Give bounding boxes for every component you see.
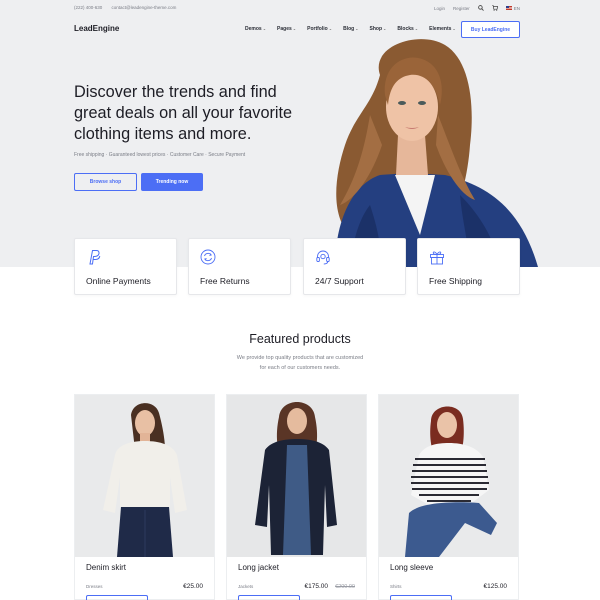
feature-card-free-shipping[interactable]: Free Shipping <box>417 238 520 295</box>
feature-card-online-payments[interactable]: Online Payments <box>74 238 177 295</box>
feature-label: 24/7 Support <box>315 276 364 286</box>
chevron-down-icon: ⌄ <box>383 26 387 31</box>
product-category[interactable]: Dresses <box>86 584 103 589</box>
chevron-down-icon: ⌄ <box>262 26 267 31</box>
refresh-icon <box>200 249 216 265</box>
product-card-denim-skirt[interactable]: Denim skirt Dresses €25.00 <box>74 394 215 600</box>
nav-item-demos[interactable]: Demos⌄ <box>245 26 266 32</box>
add-to-cart-button[interactable] <box>86 595 148 600</box>
nav-item-elements[interactable]: Elements⌄ <box>429 26 456 32</box>
feature-label: Free Shipping <box>429 276 482 286</box>
product-price: €125.00 <box>483 583 508 590</box>
chevron-down-icon: ⌄ <box>355 26 359 31</box>
paypal-icon <box>89 250 101 265</box>
topbar: (222) 400-630 contact@leadengine-theme.c… <box>74 4 520 14</box>
chevron-down-icon: ⌄ <box>292 26 297 31</box>
featured-products-subtitle: We provide top quality products that are… <box>0 353 600 373</box>
nav-label: Shop <box>369 26 383 32</box>
product-image <box>75 395 214 557</box>
product-category[interactable]: Shirts <box>390 584 402 589</box>
nav-label: Elements <box>429 26 452 32</box>
search-icon[interactable] <box>477 5 484 11</box>
feature-card-free-returns[interactable]: Free Returns <box>188 238 291 295</box>
add-to-cart-button[interactable] <box>238 595 300 600</box>
site-logo[interactable]: LeadEngine <box>74 24 119 33</box>
main-nav: Demos⌄ Pages⌄ Portfolio⌄ Blog⌄ Shop⌄ Blo… <box>245 26 467 32</box>
feature-label: Online Payments <box>86 276 151 286</box>
product-price: €25.00 <box>183 583 203 590</box>
product-old-price: €200.00 <box>335 584 355 590</box>
features-row: Online Payments Free Returns 24/7 Suppor… <box>74 238 520 295</box>
nav-label: Pages <box>277 26 292 32</box>
hero-subtitle: Free shipping · Guaranteed lowest prices… <box>74 152 246 158</box>
feature-card-support[interactable]: 24/7 Support <box>303 238 406 295</box>
topbar-phone[interactable]: (222) 400-630 <box>74 5 102 10</box>
chevron-down-icon: ⌄ <box>414 26 419 31</box>
subtitle-line: for each of our customers needs. <box>259 365 341 371</box>
us-flag-icon <box>505 6 512 10</box>
hero-title: Discover the trends and find great deals… <box>74 83 293 143</box>
topbar-email[interactable]: contact@leadengine-theme.com <box>112 5 177 10</box>
product-card-long-sleeve[interactable]: Long sleeve Shirts €125.00 <box>378 394 519 600</box>
language-selector[interactable]: EN <box>505 5 520 11</box>
product-image <box>227 395 366 557</box>
register-link[interactable]: Register <box>453 6 470 11</box>
headset-icon <box>316 250 330 265</box>
add-to-cart-button[interactable] <box>390 595 452 600</box>
trending-now-button[interactable]: Trending now <box>141 173 203 191</box>
product-name[interactable]: Denim skirt <box>86 563 126 572</box>
nav-item-portfolio[interactable]: Portfolio⌄ <box>307 26 332 32</box>
chevron-down-icon: ⌄ <box>452 26 456 31</box>
feature-label: Free Returns <box>200 276 250 286</box>
nav-label: Demos <box>245 26 262 32</box>
language-label: EN <box>513 5 520 11</box>
chevron-down-icon: ⌄ <box>328 26 333 31</box>
product-price: €175.00 <box>304 583 329 590</box>
cart-icon[interactable] <box>492 5 498 11</box>
gift-icon <box>430 251 444 265</box>
product-name[interactable]: Long jacket <box>238 563 279 572</box>
nav-label: Blocks <box>397 26 414 32</box>
hero-model-image <box>335 39 538 267</box>
product-category[interactable]: Jackets <box>238 584 253 589</box>
featured-products-title: Featured products <box>249 332 351 346</box>
browse-shop-button[interactable]: Browse shop <box>74 173 137 191</box>
product-card-long-jacket[interactable]: Long jacket Jackets €175.00 €200.00 <box>226 394 367 600</box>
nav-item-pages[interactable]: Pages⌄ <box>277 26 296 32</box>
product-name[interactable]: Long sleeve <box>390 563 433 572</box>
subtitle-line: We provide top quality products that are… <box>236 355 364 361</box>
nav-item-shop[interactable]: Shop⌄ <box>370 26 387 32</box>
nav-item-blog[interactable]: Blog⌄ <box>343 26 358 32</box>
nav-item-blocks[interactable]: Blocks⌄ <box>397 26 418 32</box>
nav-label: Portfolio <box>307 26 328 32</box>
hero-section: (222) 400-630 contact@leadengine-theme.c… <box>0 0 600 267</box>
nav-label: Blog <box>343 26 355 32</box>
login-link[interactable]: Login <box>434 6 445 11</box>
product-image <box>379 395 518 557</box>
